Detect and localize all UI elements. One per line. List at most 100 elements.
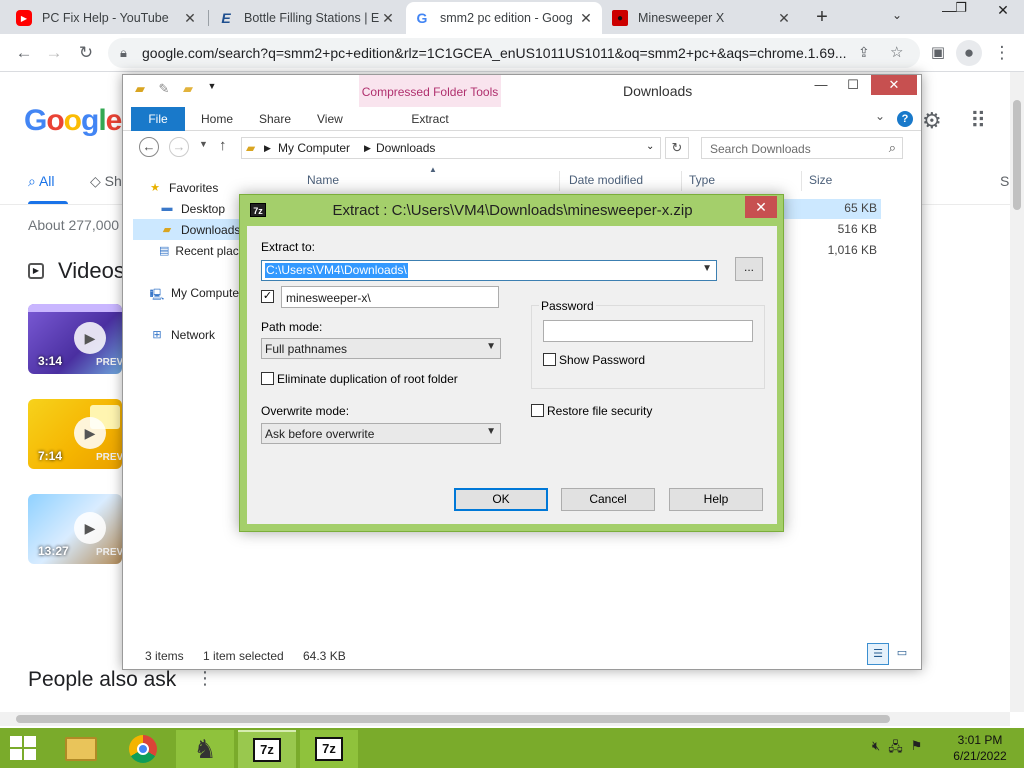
play-icon[interactable]: ▶ (74, 512, 106, 544)
properties-icon[interactable]: ✎ (155, 81, 173, 97)
menu-kebab-icon[interactable]: ⋮ (990, 41, 1014, 65)
dialog-close-button[interactable]: ✕ (745, 196, 777, 218)
breadcrumb-my-computer[interactable]: My Computer (278, 141, 350, 155)
search-tab-shopping[interactable]: ◇ Sh (90, 173, 122, 190)
close-icon[interactable]: ✕ (380, 10, 396, 27)
search-icon[interactable]: ⌕ (889, 140, 896, 156)
url-text[interactable]: google.com/search?q=smm2+pc+edition&rlz=… (142, 45, 847, 61)
explorer-search-box[interactable]: Search Downloads ⌕ (701, 137, 903, 159)
nav-downloads[interactable]: ▰ Downloads (133, 219, 251, 240)
scrollbar-thumb[interactable] (16, 715, 890, 723)
password-field[interactable] (543, 320, 753, 342)
help-icon[interactable]: ? (897, 111, 913, 127)
compressed-folder-tools-tab[interactable]: Compressed Folder Tools (359, 75, 501, 107)
address-bar[interactable]: 🔒︎ google.com/search?q=smm2+pc+edition&r… (108, 38, 920, 68)
close-icon[interactable]: ✕ (776, 10, 792, 27)
folder-icon[interactable]: ▰ (131, 81, 149, 97)
refresh-icon[interactable]: ↻ (665, 137, 689, 159)
taskbar-7zip-window-2[interactable]: 7z (300, 730, 358, 768)
eliminate-duplication-checkbox[interactable] (261, 372, 274, 385)
explorer-path-bar[interactable]: ▰ ▶ My Computer ▶ Downloads ⌄ (241, 137, 661, 159)
side-panel-icon[interactable]: ▣ (926, 41, 950, 65)
reload-icon[interactable]: ↻ (74, 41, 98, 65)
close-icon[interactable]: ✕ (182, 10, 198, 27)
horizontal-scrollbar[interactable] (0, 712, 1010, 726)
start-windows-icon[interactable] (10, 736, 36, 760)
ribbon-expand-chevron-icon[interactable]: ⌄ (875, 109, 885, 123)
subfolder-name-field[interactable]: minesweeper-x\ (281, 286, 499, 308)
column-type[interactable]: Type (689, 173, 715, 187)
video-thumbnail[interactable]: ▶ 3:14 PREV (28, 304, 122, 374)
maximize-button[interactable]: ☐ (839, 75, 867, 95)
restore-security-label[interactable]: Restore file security (547, 404, 652, 418)
taskbar-chrome[interactable] (114, 730, 172, 768)
recent-locations-chevron-icon[interactable]: ▼ (199, 139, 208, 149)
forward-arrow-icon[interactable]: → (169, 137, 189, 157)
action-center-icon[interactable]: ⚑ (911, 738, 923, 760)
scrollbar-thumb[interactable] (1013, 100, 1021, 210)
taskbar-chess[interactable]: ♞ (176, 730, 234, 768)
breadcrumb-chevron-icon[interactable]: ▶ (364, 143, 371, 154)
minimize-button[interactable]: — (807, 75, 835, 95)
tab-youtube[interactable]: ▶ PC Fix Help - YouTube ✕ (8, 2, 206, 34)
large-icons-view-icon[interactable]: ▭ (891, 643, 913, 665)
network-icon[interactable]: 🖧︎ (888, 738, 903, 760)
subfolder-checkbox[interactable]: ✓ (261, 290, 274, 303)
up-arrow-icon[interactable]: ↑ (219, 137, 227, 154)
video-thumbnail[interactable]: ▶ 7:14 PREV (28, 399, 122, 469)
tab-google-search[interactable]: G smm2 pc edition - Goog ✕ (406, 2, 602, 34)
overwrite-mode-select[interactable]: Ask before overwrite ▼ (261, 423, 501, 444)
close-icon[interactable]: ✕ (578, 10, 594, 27)
path-mode-select[interactable]: Full pathnames ▼ (261, 338, 501, 359)
ribbon-tab-extract[interactable]: Extract (359, 107, 501, 131)
settings-gear-icon[interactable]: ⚙ (922, 108, 942, 134)
eliminate-duplication-label[interactable]: Eliminate duplication of root folder (277, 372, 458, 386)
vertical-scrollbar[interactable] (1010, 72, 1024, 712)
ribbon-tab-home[interactable]: Home (201, 107, 233, 131)
google-logo[interactable]: Google (24, 104, 122, 138)
dropdown-arrow-icon[interactable]: ▼ (203, 81, 221, 97)
column-size[interactable]: Size (809, 173, 832, 187)
tab-minesweeper[interactable]: ● Minesweeper X ✕ (604, 2, 800, 34)
bookmark-star-icon[interactable]: ☆ (890, 43, 903, 61)
clock[interactable]: 3:01 PM 6/21/2022 (940, 732, 1020, 764)
show-password-checkbox[interactable] (543, 353, 556, 366)
taskbar-7zip-window-1[interactable]: 7z (238, 730, 296, 768)
ribbon-tab-file[interactable]: File (131, 107, 185, 131)
restore-button[interactable]: ❐ (946, 0, 976, 20)
nav-my-computer[interactable]: 🖳︎ My Computer (149, 282, 251, 303)
forward-arrow-icon[interactable]: → (42, 41, 66, 65)
details-view-icon[interactable]: ☰ (867, 643, 889, 665)
apps-grid-icon[interactable]: ⠿ (970, 108, 986, 134)
close-button[interactable]: ✕ (871, 75, 917, 95)
extract-path-text[interactable]: C:\Users\VM4\Downloads\ (265, 263, 408, 278)
taskbar-file-explorer[interactable] (52, 730, 110, 768)
subfolder-name-value[interactable]: minesweeper-x\ (286, 291, 371, 305)
new-tab-button[interactable]: + (812, 6, 832, 28)
search-tab-all[interactable]: ⌕ All (28, 173, 55, 190)
tab-elkay[interactable]: E Bottle Filling Stations | Elk ✕ (210, 2, 404, 34)
explorer-titlebar[interactable]: ▰ ✎ ▰ ▼ Compressed Folder Tools Download… (123, 75, 921, 107)
cancel-button[interactable]: Cancel (561, 488, 655, 511)
back-arrow-icon[interactable]: ← (139, 137, 159, 157)
ok-button[interactable]: OK (454, 488, 548, 511)
path-dropdown-chevron-icon[interactable]: ⌄ (646, 141, 654, 152)
breadcrumb-downloads[interactable]: Downloads (376, 141, 435, 155)
lock-icon[interactable]: 🔒︎ (120, 45, 127, 61)
nav-recent-places[interactable]: ▤ Recent places (159, 240, 251, 261)
browse-button[interactable]: ... (735, 257, 763, 281)
profile-avatar-icon[interactable]: ● (956, 40, 982, 66)
restore-security-checkbox[interactable] (531, 404, 544, 417)
play-icon[interactable]: ▶ (74, 322, 106, 354)
extract-to-combobox[interactable]: C:\Users\VM4\Downloads\ ▼ (261, 260, 717, 281)
new-folder-icon[interactable]: ▰ (179, 81, 197, 97)
chevron-down-icon[interactable]: ▼ (486, 426, 496, 437)
tab-search-chevron-icon[interactable]: ⌄ (892, 8, 902, 22)
volume-muted-icon[interactable]: 🔇︎ (872, 738, 880, 760)
back-arrow-icon[interactable]: ← (12, 41, 36, 65)
column-name[interactable]: Name (307, 173, 339, 187)
more-options-icon[interactable]: ⋮ (196, 668, 214, 689)
share-icon[interactable]: ⇪ (858, 44, 870, 61)
browser-close-button[interactable]: ✕ (988, 2, 1018, 22)
chevron-down-icon[interactable]: ▼ (486, 341, 496, 352)
